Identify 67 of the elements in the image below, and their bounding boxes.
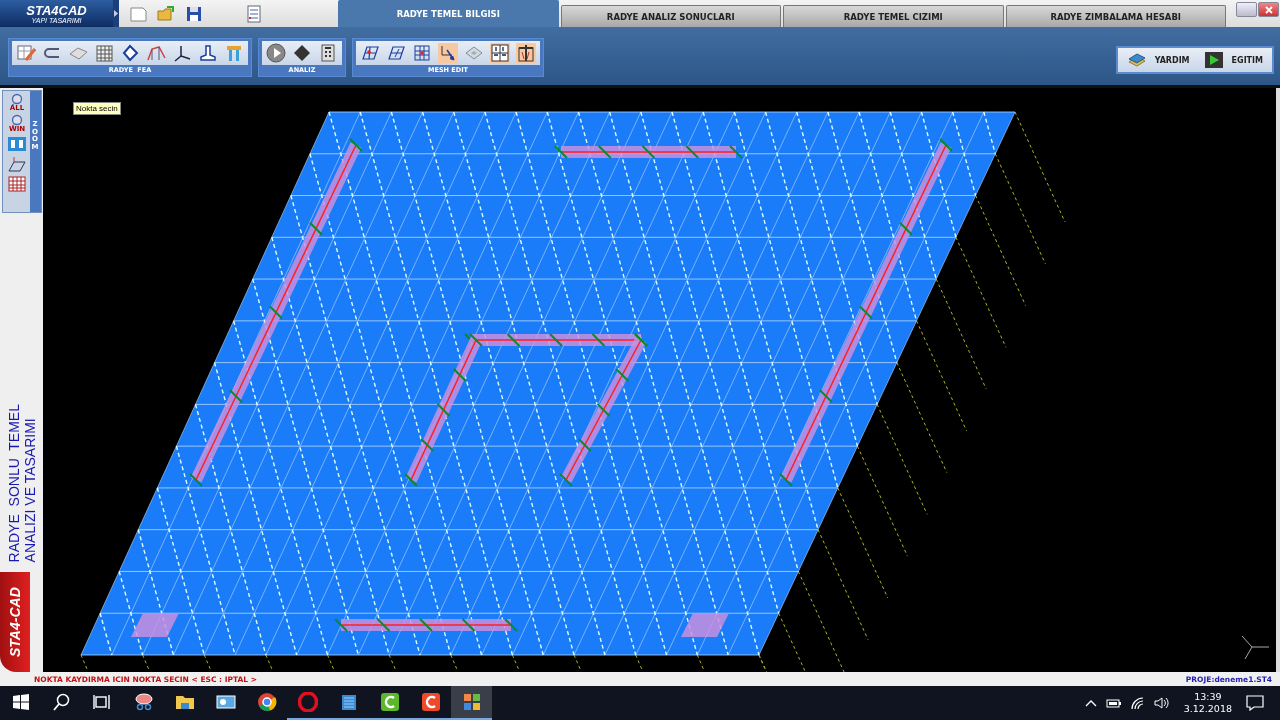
- frame-view-icon: [7, 135, 27, 153]
- speaker-icon[interactable]: [1153, 696, 1170, 710]
- magnifier-icon: [10, 93, 24, 105]
- tool-button[interactable]: [120, 43, 140, 63]
- tool-button[interactable]: [292, 43, 312, 63]
- c-letter-icon: [420, 692, 441, 712]
- tool-button[interactable]: [386, 43, 406, 63]
- frame-icon: [224, 43, 244, 63]
- mesh-node-icon: [360, 43, 380, 63]
- search-icon: [51, 692, 72, 712]
- view-button[interactable]: [7, 135, 27, 153]
- battery-icon[interactable]: [1105, 696, 1122, 710]
- magnifier-icon: [10, 114, 24, 126]
- task-view-icon: [92, 692, 113, 712]
- tool-button[interactable]: [360, 43, 380, 63]
- brand-badge: STA4-CAD: [0, 572, 30, 672]
- tab[interactable]: RADYE TEMEL BILGISI: [338, 0, 559, 27]
- calculator-icon: [318, 43, 338, 63]
- windows-logo-icon: [10, 692, 31, 712]
- axis-triad-icon: [1240, 634, 1270, 660]
- tool-button[interactable]: [172, 43, 192, 63]
- control-panel-icon: [215, 692, 236, 712]
- grid-button[interactable]: [7, 175, 27, 193]
- opera-icon: [297, 692, 318, 712]
- banner-title: RADYE SONLU TEMEL: [5, 403, 22, 562]
- grid-node-icon: [412, 43, 432, 63]
- close-icon: [1264, 5, 1273, 14]
- quad-grid-icon: [490, 43, 510, 63]
- tab[interactable]: RADYE ANALIZ SONUCLARI: [560, 5, 781, 27]
- tool-button[interactable]: [266, 43, 286, 63]
- help-button[interactable]: YARDIM: [1123, 50, 1193, 70]
- taskbar-button[interactable]: [451, 686, 492, 720]
- tab[interactable]: RADYE ZIMBALAMA HESABI: [1005, 5, 1226, 27]
- diamond-icon: [120, 43, 140, 63]
- footing-icon: [198, 43, 218, 63]
- banner-title: ANALIZI VE TASARIMI: [21, 416, 38, 562]
- tool-button[interactable]: [318, 43, 338, 63]
- node-move-icon: [438, 43, 458, 63]
- grid-icon: [7, 175, 27, 193]
- mesh-icon: [386, 43, 406, 63]
- tab[interactable]: RADYE TEMEL CIZIMI: [783, 5, 1004, 27]
- diamond-icon: [292, 43, 312, 63]
- polyline-icon: [146, 43, 166, 63]
- minimize-button[interactable]: [1236, 2, 1257, 17]
- c-letter-icon: [379, 692, 400, 712]
- wifi-icon[interactable]: [1129, 696, 1146, 710]
- split-icon: [516, 43, 536, 63]
- tool-button[interactable]: [490, 43, 510, 63]
- notification-icon[interactable]: [1246, 695, 1264, 711]
- tool-button[interactable]: [438, 43, 458, 63]
- tooltip: Nokta secin: [73, 102, 121, 115]
- tiles-icon: [461, 692, 482, 712]
- plane-icon: [7, 155, 27, 173]
- grid-pencil-icon: [16, 43, 36, 63]
- video-play-icon: [1203, 50, 1224, 70]
- axes-button[interactable]: [7, 155, 27, 173]
- chrome-icon: [256, 692, 277, 712]
- play-icon: [266, 43, 286, 63]
- tool-button[interactable]: [198, 43, 218, 63]
- grid-icon: [94, 43, 114, 63]
- close-button[interactable]: [1258, 2, 1279, 17]
- checklist-icon: [244, 3, 264, 24]
- tool-button[interactable]: [516, 43, 536, 63]
- help-button[interactable]: EGITIM: [1200, 50, 1266, 70]
- axes-icon: [172, 43, 192, 63]
- open-folder-icon: [156, 3, 176, 24]
- clock[interactable]: 13:39 3.12.2018: [1177, 690, 1238, 716]
